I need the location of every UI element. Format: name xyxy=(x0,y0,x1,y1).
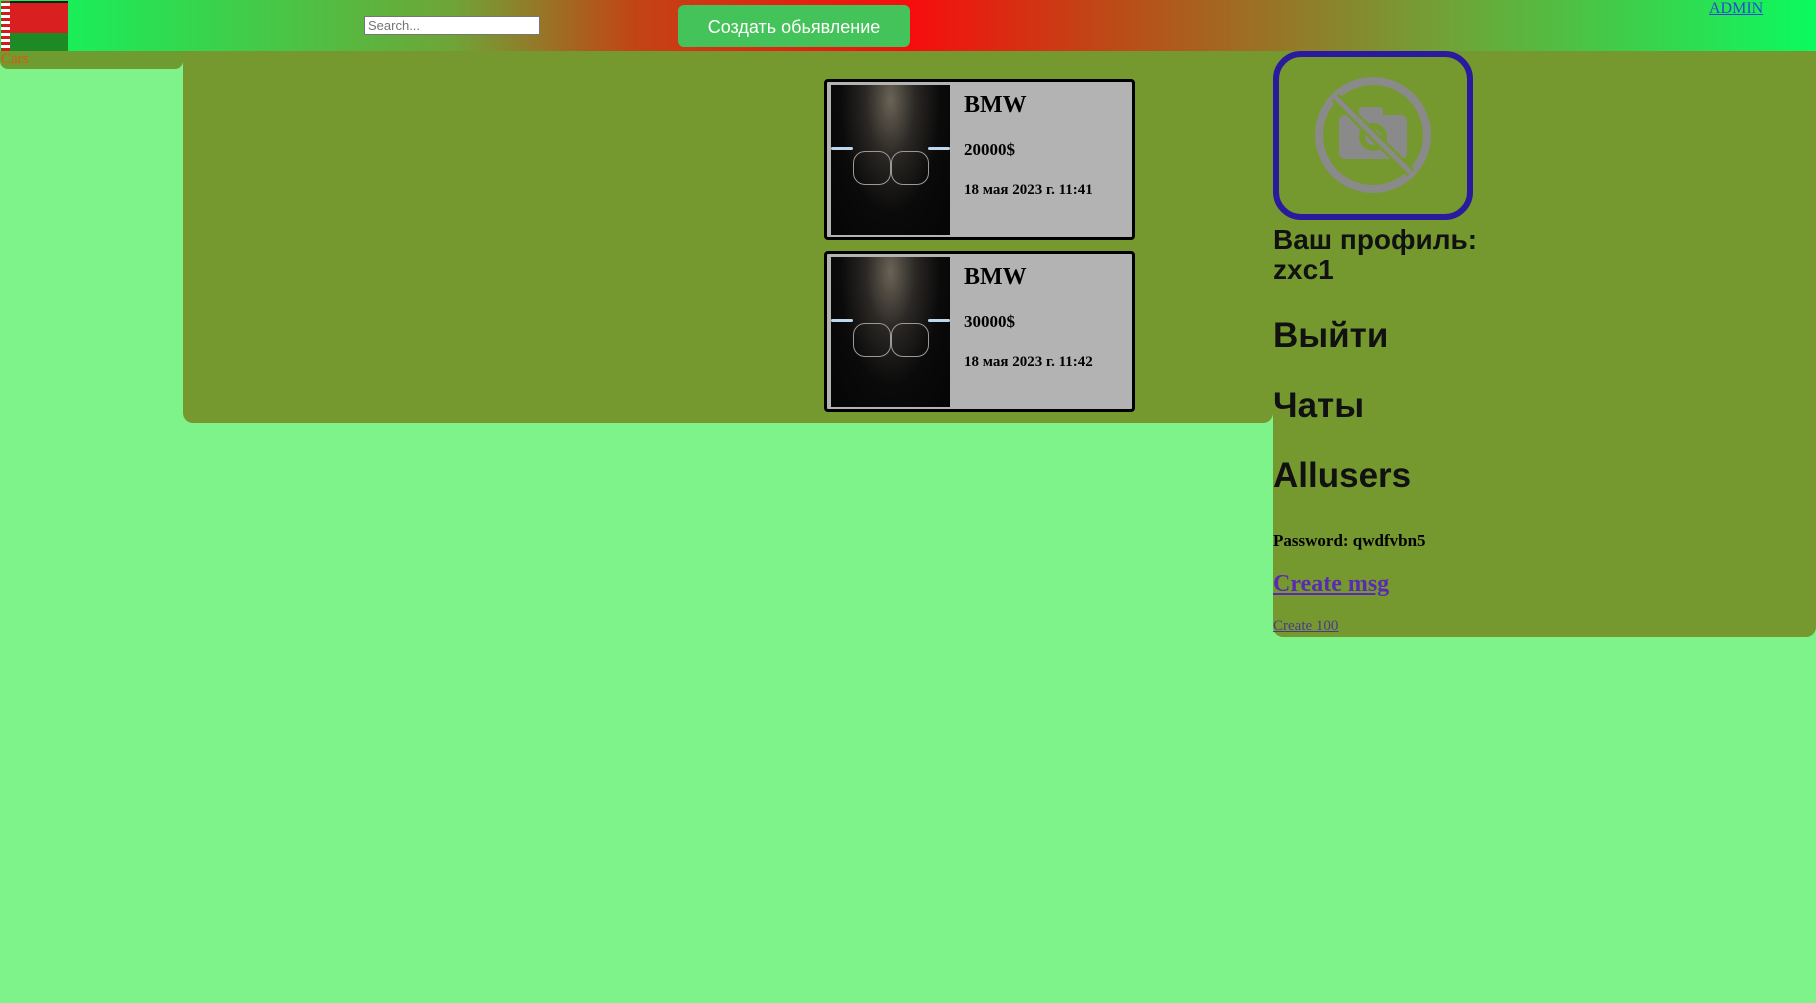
admin-link[interactable]: ADMIN xyxy=(1709,0,1763,18)
flag-green-stripe xyxy=(10,33,68,51)
belarus-flag-logo[interactable] xyxy=(1,1,68,51)
listing-title: BMW xyxy=(964,92,1027,118)
logout-link[interactable]: Выйти xyxy=(1273,316,1388,356)
create-ad-button[interactable]: Создать обьявление xyxy=(678,5,910,47)
create-msg-link[interactable]: Create msg xyxy=(1273,571,1389,598)
listing-price: 30000$ xyxy=(964,312,1015,331)
no-photo-icon xyxy=(1315,77,1431,193)
top-header: Создать обьявление ADMIN xyxy=(0,0,1816,52)
profile-username: zxc1 xyxy=(1273,254,1334,285)
profile-title: Ваш профиль: xyxy=(1273,224,1478,255)
allusers-link[interactable]: Allusers xyxy=(1273,456,1411,496)
kidney-grille-right xyxy=(891,323,929,357)
car-photo xyxy=(831,85,950,235)
password-text: Password: qwdfvbn5 xyxy=(1273,531,1426,550)
category-sidebar: Cars xyxy=(0,51,183,69)
car-photo xyxy=(831,257,950,407)
flag-ornament xyxy=(1,1,10,51)
listing-price: 20000$ xyxy=(964,140,1015,159)
profile-heading: Ваш профиль: zxc1 xyxy=(1273,225,1477,285)
listing-card[interactable]: BMW 30000$ 18 мая 2023 г. 11:42 xyxy=(824,251,1135,412)
listing-date: 18 мая 2023 г. 11:42 xyxy=(964,354,1093,370)
profile-avatar[interactable] xyxy=(1273,51,1473,220)
chats-link[interactable]: Чаты xyxy=(1273,386,1364,426)
listing-title: BMW xyxy=(964,264,1027,290)
search-input[interactable] xyxy=(364,16,540,35)
headlight-left xyxy=(831,319,853,322)
category-link-cars[interactable]: Cars xyxy=(1,51,29,68)
headlight-left xyxy=(831,147,853,150)
kidney-grille-left xyxy=(853,323,891,357)
flag-red-stripe xyxy=(10,1,68,35)
headlight-right xyxy=(928,319,950,322)
listing-date: 18 мая 2023 г. 11:41 xyxy=(964,182,1093,198)
listings-panel: BMW 20000$ 18 мая 2023 г. 11:41 BMW 3000… xyxy=(183,51,1273,423)
create-100-link[interactable]: Create 100 xyxy=(1273,618,1338,635)
listing-card[interactable]: BMW 20000$ 18 мая 2023 г. 11:41 xyxy=(824,79,1135,240)
headlight-right xyxy=(928,147,950,150)
kidney-grille-right xyxy=(891,151,929,185)
kidney-grille-left xyxy=(853,151,891,185)
